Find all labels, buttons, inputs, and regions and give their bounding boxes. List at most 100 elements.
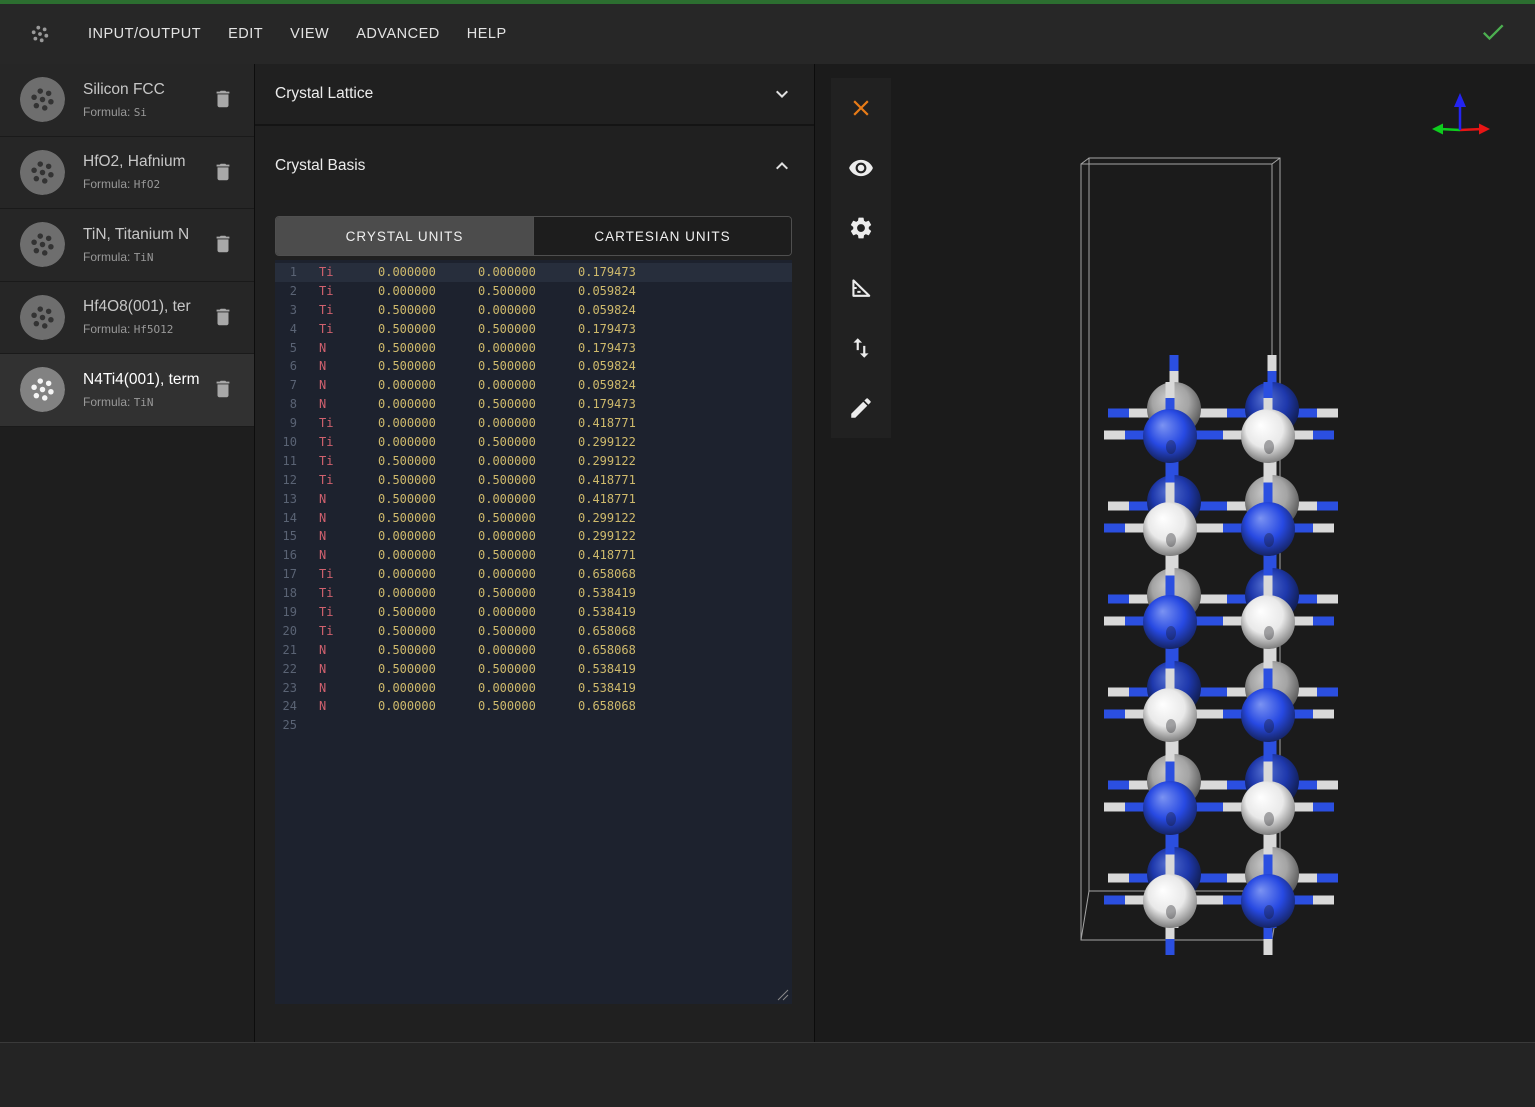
settings-icon[interactable] <box>831 198 891 258</box>
atom-sphere-Ti <box>1143 874 1197 928</box>
bond <box>1129 502 1149 511</box>
delete-material-button[interactable] <box>212 378 234 400</box>
sphere-shading <box>1264 812 1274 826</box>
basis-row[interactable]: 13N0.5000000.0000000.418771 <box>275 490 792 509</box>
bond <box>1227 595 1247 604</box>
edit-icon[interactable] <box>831 378 891 438</box>
main-menu: INPUT/OUTPUT EDIT VIEW ADVANCED HELP <box>88 26 507 42</box>
bond <box>1317 502 1338 511</box>
basis-row[interactable]: 17Ti0.0000000.0000000.658068 <box>275 565 792 584</box>
basis-row[interactable]: 3Ti0.5000000.0000000.059824 <box>275 301 792 320</box>
basis-row[interactable]: 11Ti0.5000000.0000000.299122 <box>275 452 792 471</box>
bond <box>1202 617 1223 626</box>
visibility-icon[interactable] <box>831 138 891 198</box>
sphere-shading <box>1166 626 1176 640</box>
material-list-item-4[interactable]: Hf4O8(001), ter Formula: Hf5O12 <box>0 282 254 355</box>
bond <box>1317 781 1338 790</box>
material-list-item-3[interactable]: TiN, Titanium N Formula: TiN <box>0 209 254 282</box>
tab-crystal-units[interactable]: CRYSTAL UNITS <box>276 217 533 255</box>
basis-row[interactable]: 14N0.5000000.5000000.299122 <box>275 509 792 528</box>
bond <box>1104 524 1125 533</box>
bond <box>1293 617 1313 626</box>
bond <box>1202 710 1223 719</box>
bond <box>1206 502 1227 511</box>
materials-designer-app: INPUT/OUTPUT EDIT VIEW ADVANCED HELP Silicon… <box>0 0 1535 1107</box>
material-formula: Formula: Si <box>83 105 205 119</box>
close-icon[interactable] <box>831 78 891 138</box>
basis-row[interactable]: 4Ti0.5000000.5000000.179473 <box>275 320 792 339</box>
crystal-3d-scene[interactable] <box>815 64 1535 1042</box>
delete-material-button[interactable] <box>212 161 234 183</box>
bond <box>1104 896 1125 905</box>
swap-vert-icon[interactable] <box>831 318 891 378</box>
crystal-lattice-section-header[interactable]: Crystal Lattice <box>255 64 814 124</box>
bond <box>1223 803 1243 812</box>
bond <box>1264 382 1273 398</box>
bond <box>1297 502 1317 511</box>
atom-sphere-Ti <box>1241 409 1295 463</box>
chevron-up-icon[interactable] <box>770 154 794 178</box>
basis-row[interactable]: 16N0.0000000.5000000.418771 <box>275 546 792 565</box>
atom-sphere-Ti <box>1143 688 1197 742</box>
bond <box>1206 409 1227 418</box>
bond <box>1317 595 1338 604</box>
bond <box>1293 803 1313 812</box>
basis-row[interactable]: 10Ti0.0000000.5000000.299122 <box>275 433 792 452</box>
basis-row[interactable]: 22N0.5000000.5000000.538419 <box>275 660 792 679</box>
bond <box>1125 896 1145 905</box>
basis-row[interactable]: 8N0.0000000.5000000.179473 <box>275 395 792 414</box>
menu-item-view[interactable]: VIEW <box>290 26 329 42</box>
material-title: Silicon FCC <box>83 81 205 99</box>
material-title: HfO2, Hafnium <box>83 153 205 171</box>
delete-material-button[interactable] <box>212 306 234 328</box>
bond <box>1313 896 1334 905</box>
editor-resize-handle[interactable] <box>777 989 789 1001</box>
sphere-shading <box>1166 719 1176 733</box>
basis-row[interactable]: 18Ti0.0000000.5000000.538419 <box>275 584 792 603</box>
menu-item-help[interactable]: HELP <box>467 26 507 42</box>
bond <box>1125 803 1145 812</box>
delete-material-button[interactable] <box>212 88 234 110</box>
material-list-item-1[interactable]: Silicon FCC Formula: Si <box>0 64 254 137</box>
bond <box>1223 617 1243 626</box>
material-formula: Formula: HfO2 <box>83 177 205 191</box>
basis-row[interactable]: 15N0.0000000.0000000.299122 <box>275 527 792 546</box>
basis-row[interactable]: 21N0.5000000.0000000.658068 <box>275 641 792 660</box>
basis-row[interactable]: 20Ti0.5000000.5000000.658068 <box>275 622 792 641</box>
bond <box>1108 874 1129 883</box>
basis-row[interactable]: 1Ti0.0000000.0000000.179473 <box>275 263 792 282</box>
bond <box>1297 688 1317 697</box>
bond <box>1293 710 1313 719</box>
menu-item-advanced[interactable]: ADVANCED <box>356 26 440 42</box>
bond <box>1297 874 1317 883</box>
top-menu-bar: INPUT/OUTPUT EDIT VIEW ADVANCED HELP <box>0 0 1535 64</box>
basis-row[interactable]: 5N0.5000000.0000000.179473 <box>275 339 792 358</box>
basis-row[interactable]: 6N0.5000000.5000000.059824 <box>275 357 792 376</box>
menu-item-input-output[interactable]: INPUT/OUTPUT <box>88 26 201 42</box>
basis-row[interactable]: 9Ti0.0000000.0000000.418771 <box>275 414 792 433</box>
crystal-basis-section-header[interactable]: Crystal Basis <box>255 126 814 206</box>
material-list-item-2[interactable]: HfO2, Hafnium Formula: HfO2 <box>0 137 254 210</box>
material-list-item-5[interactable]: N4Ti4(001), term Formula: TiN <box>0 354 254 427</box>
atom-sphere-N <box>1143 409 1197 463</box>
material-title: TiN, Titanium N <box>83 226 205 244</box>
measure-icon[interactable] <box>831 258 891 318</box>
basis-row[interactable]: 23N0.0000000.0000000.538419 <box>275 679 792 698</box>
basis-row[interactable]: 2Ti0.0000000.5000000.059824 <box>275 282 792 301</box>
app-logo-icon <box>24 18 56 50</box>
basis-row[interactable]: 12Ti0.5000000.5000000.418771 <box>275 471 792 490</box>
delete-material-button[interactable] <box>212 233 234 255</box>
basis-row[interactable]: 24N0.0000000.5000000.658068 <box>275 697 792 716</box>
menu-item-edit[interactable]: EDIT <box>228 26 263 42</box>
basis-row[interactable]: 7N0.0000000.0000000.059824 <box>275 376 792 395</box>
atom-sphere-N <box>1143 781 1197 835</box>
bond <box>1227 781 1247 790</box>
bottom-bar <box>0 1042 1535 1107</box>
basis-row-empty[interactable]: 25 <box>275 716 792 735</box>
bond <box>1223 524 1243 533</box>
tab-cartesian-units[interactable]: CARTESIAN UNITS <box>533 217 791 255</box>
basis-coordinates-editor[interactable]: 1Ti0.0000000.0000000.1794732Ti0.0000000.… <box>275 260 792 1004</box>
chevron-down-icon[interactable] <box>770 82 794 106</box>
bond <box>1129 874 1149 883</box>
basis-row[interactable]: 19Ti0.5000000.0000000.538419 <box>275 603 792 622</box>
